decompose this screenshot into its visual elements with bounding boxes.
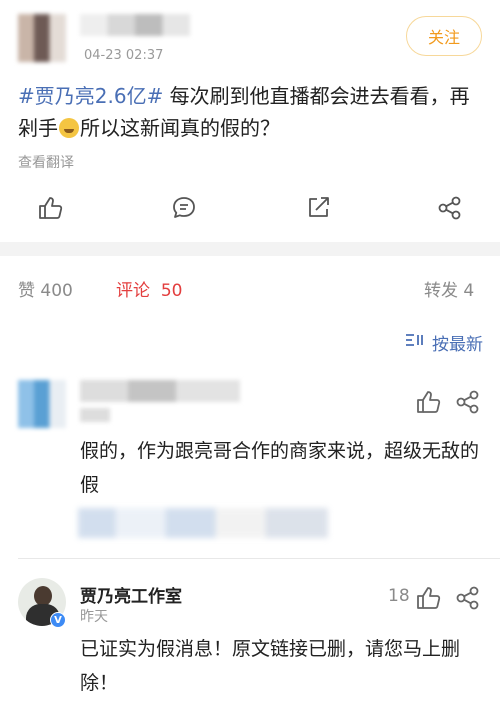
- post-text-part2: 所以这新闻真的假的？: [80, 116, 280, 140]
- comment-share-icon[interactable]: [454, 388, 480, 414]
- comments-tab-label: 评论: [116, 281, 150, 301]
- commenter-name-blurred[interactable]: [80, 380, 240, 402]
- like-icon[interactable]: [36, 194, 64, 222]
- section-divider: [0, 242, 500, 256]
- comment-text: 假的，作为跟亮哥合作的商家来说，超级无敌的假: [80, 440, 480, 496]
- poster-avatar[interactable]: [18, 14, 66, 62]
- likes-tab[interactable]: 赞 400: [18, 276, 73, 301]
- link-preview-blurred[interactable]: [78, 508, 328, 538]
- reposts-tab[interactable]: 转发 4: [424, 276, 474, 301]
- studio-like-icon[interactable]: [414, 584, 441, 610]
- studio-share-icon[interactable]: [454, 584, 480, 610]
- post-actions: [0, 188, 500, 228]
- hashtag-link[interactable]: #贾乃亮2.6亿#: [18, 84, 163, 108]
- studio-like-count: 18: [388, 586, 410, 606]
- sort-icon: [404, 332, 426, 353]
- post-card: 04-23 02:37 关注 #贾乃亮2.6亿# 每次刷到他直播都会进去看看，再…: [0, 0, 500, 242]
- post-time: 04-23 02:37: [84, 48, 164, 63]
- studio-name[interactable]: 贾乃亮工作室: [80, 582, 182, 607]
- comments-tab-count: 50: [160, 281, 183, 301]
- sort-button[interactable]: 按最新: [404, 330, 483, 355]
- translate-link[interactable]: 查看翻译: [18, 152, 74, 172]
- poster-name-blurred[interactable]: [80, 14, 190, 36]
- verified-badge-icon: V: [50, 612, 66, 628]
- commenter-avatar[interactable]: [18, 380, 66, 428]
- stats-bar: 赞 400 评论 50 转发 4: [0, 256, 500, 316]
- crying-emoji-icon: [59, 118, 79, 138]
- share-icon[interactable]: [436, 194, 464, 222]
- comment-icon[interactable]: [170, 194, 198, 222]
- comment-time-blurred: [80, 408, 110, 422]
- sort-label: 按最新: [432, 335, 483, 355]
- comment-divider: [18, 558, 500, 559]
- studio-comment-text: 已证实为假消息！原文链接已删，请您马上删除！: [80, 638, 461, 694]
- studio-comment-time: 昨天: [80, 609, 108, 625]
- follow-button[interactable]: 关注: [406, 16, 482, 56]
- repost-icon[interactable]: [304, 194, 332, 222]
- post-text: #贾乃亮2.6亿# 每次刷到他直播都会进去看看，再剁手 所以这新闻真的假的？: [18, 80, 488, 144]
- comment-like-icon[interactable]: [414, 388, 441, 414]
- comments-tab[interactable]: 评论 50: [116, 276, 182, 301]
